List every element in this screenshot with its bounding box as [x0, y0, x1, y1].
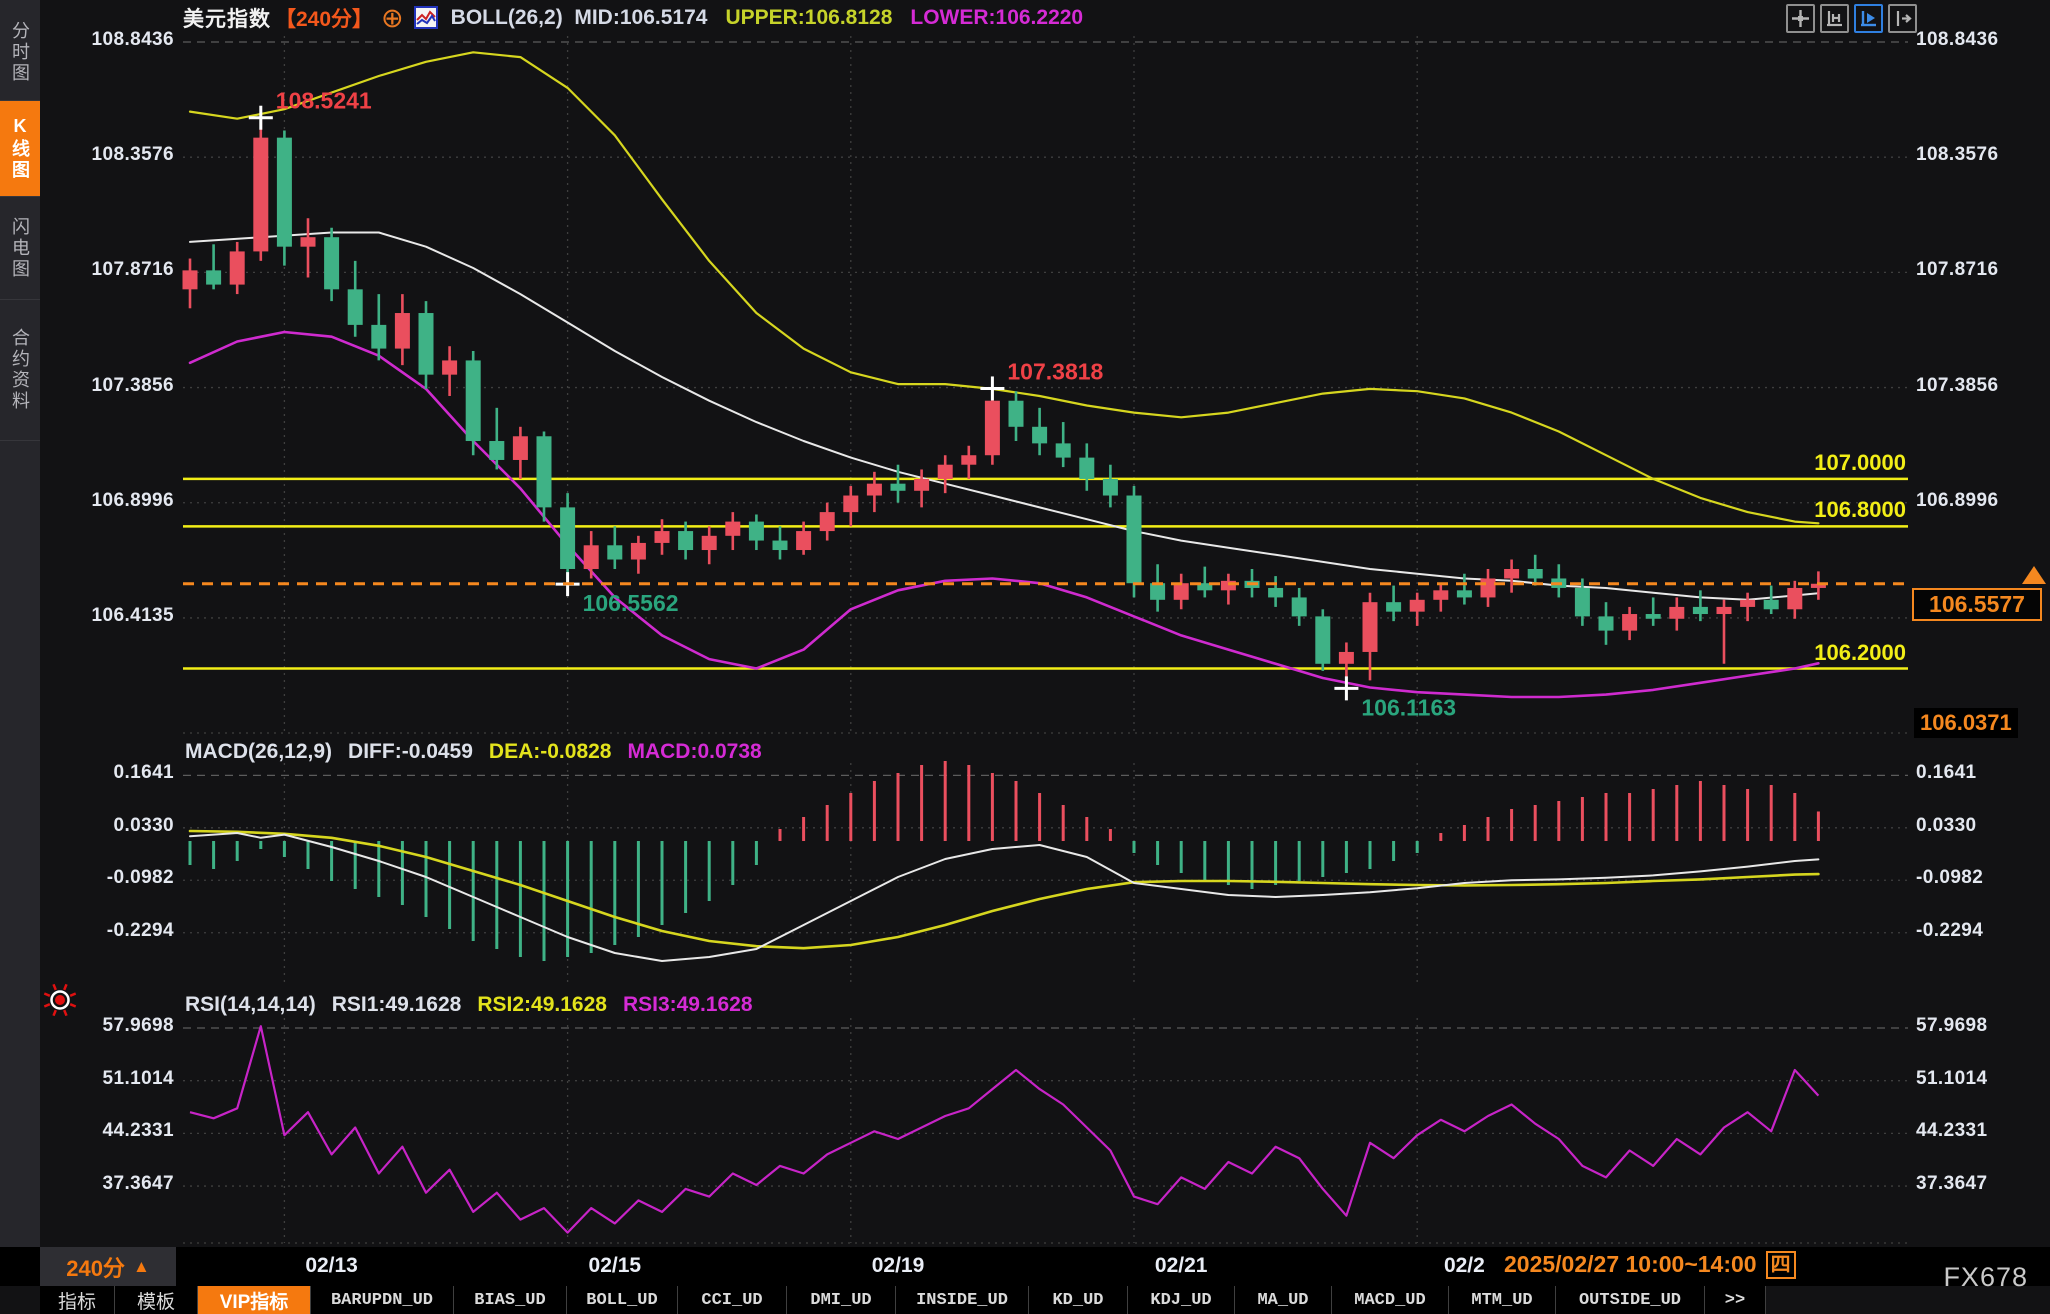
axis-scale-icon[interactable] — [1820, 4, 1849, 33]
rsi-axis-label-left: 51.1014 — [36, 1068, 174, 1090]
symbol-title: 美元指数 — [183, 3, 271, 33]
bottom-tab-15[interactable]: OUTSIDE_UD — [1556, 1286, 1705, 1314]
current-price-box: 106.5577 — [1912, 588, 2042, 621]
price-axis-label-right: 107.3856 — [1916, 375, 2050, 397]
bottom-tab-7[interactable]: CCI_UD — [678, 1286, 787, 1314]
chart-header: 美元指数 【240分】 ⊕ BOLL(26,2) MID:106.5174 UP… — [183, 0, 1083, 36]
price-axis-label-left: 106.4135 — [36, 605, 174, 627]
macd-axis-label-right: 0.1641 — [1916, 762, 2050, 784]
chart-type-sidebar: 分时图 K线图 闪电图 合约资料 — [0, 0, 40, 1247]
bottom-tab-6[interactable]: BOLL_UD — [567, 1286, 678, 1314]
price-annotation: 106.5562 — [583, 590, 679, 616]
bottom-tab-2[interactable]: 模板 — [115, 1286, 198, 1314]
price-axis-label-right: 108.3576 — [1916, 144, 2050, 166]
circle-plus-icon[interactable]: ⊕ — [381, 8, 404, 28]
price-annotation: 108.5241 — [276, 88, 372, 114]
price-axis-label-left: 107.3856 — [36, 375, 174, 397]
kline-app: 108.5241 107.3818 106.5562 106.1163 美元指数 【2… — [0, 0, 2050, 1314]
macd-axis-label-right: -0.0982 — [1916, 867, 2050, 889]
x-axis-date: 02/19 — [853, 1254, 943, 1278]
bottom-tab-1[interactable]: 指标 — [40, 1286, 115, 1314]
interval-selector[interactable]: 240分▲ — [40, 1247, 176, 1286]
axis-shift-icon[interactable] — [1888, 4, 1917, 33]
bottom-tab-10[interactable]: KD_UD — [1029, 1286, 1128, 1314]
rsi-axis-label-left: 57.9698 — [36, 1015, 174, 1037]
bottom-tab-16[interactable]: >> — [1705, 1286, 1766, 1314]
pan-crosshair-icon[interactable] — [1786, 4, 1815, 33]
chart-toolbar — [1786, 4, 1917, 33]
macd-axis-label-left: -0.0982 — [36, 867, 174, 889]
rsi1-label: RSI1:49.1628 — [332, 993, 462, 1017]
axis-play-icon[interactable] — [1854, 4, 1883, 33]
bottom-tab-5[interactable]: BIAS_UD — [454, 1286, 567, 1314]
price-level-label: 106.2000 — [1650, 640, 1906, 666]
rsi-axis-label-right: 51.1014 — [1916, 1068, 2050, 1090]
price-marker-arrow-icon — [2022, 566, 2046, 584]
rsi-header: RSI(14,14,14) RSI1:49.1628 RSI2:49.1628 … — [185, 993, 753, 1017]
session-low-label: 106.0371 — [1914, 708, 2018, 738]
price-level-label: 106.8000 — [1650, 497, 1906, 523]
boll-upper-label: UPPER:106.8128 — [725, 6, 892, 30]
price-axis-label-left: 106.8996 — [36, 490, 174, 512]
sidebar-item-contract-info[interactable]: 合约资料 — [0, 300, 40, 441]
rsi-axis-label-right: 37.3647 — [1916, 1173, 2050, 1195]
bottom-tab-4[interactable]: BARUPDN_UD — [311, 1286, 454, 1314]
price-annotation: 106.1163 — [1361, 694, 1456, 720]
macd-axis-label-right: -0.2294 — [1916, 920, 2050, 942]
rsi-axis-label-right: 44.2331 — [1916, 1120, 2050, 1142]
macd-diff-label: DIFF:-0.0459 — [348, 740, 473, 764]
x-axis-date: 02/15 — [570, 1254, 660, 1278]
macd-header: MACD(26,12,9) DIFF:-0.0459 DEA:-0.0828 M… — [185, 740, 762, 764]
macd-dea-label: DEA:-0.0828 — [489, 740, 612, 764]
triangle-up-icon: ▲ — [133, 1257, 150, 1277]
macd-axis-label-left: -0.2294 — [36, 920, 174, 942]
rsi-axis-label-left: 44.2331 — [36, 1120, 174, 1142]
session-range-label: 2025/02/27 10:00~14:00四 — [1496, 1249, 1804, 1280]
rsi3-label: RSI3:49.1628 — [623, 993, 753, 1017]
macd-axis-label-left: 0.1641 — [36, 762, 174, 784]
price-axis-label-left: 108.3576 — [36, 144, 174, 166]
rsi-axis-label-left: 37.3647 — [36, 1173, 174, 1195]
mini-chart-icon[interactable] — [414, 6, 439, 30]
boll-lower-label: LOWER:106.2220 — [910, 6, 1083, 30]
macd-axis-label-left: 0.0330 — [36, 815, 174, 837]
rsi-name: RSI(14,14,14) — [185, 993, 316, 1017]
sidebar-item-time-chart[interactable]: 分时图 — [0, 4, 40, 101]
sidebar-item-kline-chart[interactable]: K线图 — [0, 101, 40, 197]
rsi2-label: RSI2:49.1628 — [477, 993, 607, 1017]
bottom-tab-14[interactable]: MTM_UD — [1449, 1286, 1556, 1314]
x-axis-date: 02/13 — [287, 1254, 377, 1278]
macd-axis-label-right: 0.0330 — [1916, 815, 2050, 837]
bottom-tab-13[interactable]: MACD_UD — [1332, 1286, 1449, 1314]
price-axis-label-right: 106.8996 — [1916, 490, 2050, 512]
macd-name: MACD(26,12,9) — [185, 740, 332, 764]
interval-badge[interactable]: 【240分】 — [275, 3, 373, 33]
watermark: FX678 — [1898, 1262, 2028, 1293]
x-axis-date: 02/21 — [1136, 1254, 1226, 1278]
bottom-tab-8[interactable]: DMI_UD — [787, 1286, 896, 1314]
bottom-tab-9[interactable]: INSIDE_UD — [896, 1286, 1029, 1314]
x-axis-row: 240分▲ 2025/02/27 10:00~14:00四 02/13 02/15… — [0, 1247, 2050, 1286]
price-annotation: 107.3818 — [1007, 358, 1103, 384]
bottom-tab-12[interactable]: MA_UD — [1235, 1286, 1332, 1314]
macd-macd-label: MACD:0.0738 — [627, 740, 761, 764]
weekday-badge: 四 — [1766, 1251, 1796, 1279]
indicator-tabbar: 指标模板VIP指标BARUPDN_UDBIAS_UDBOLL_UDCCI_UDD… — [40, 1286, 1766, 1314]
boll-indicator-label: BOLL(26,2) MID:106.5174 — [451, 6, 708, 30]
price-axis-label-right: 107.8716 — [1916, 259, 2050, 281]
price-axis-label-right: 108.8436 — [1916, 29, 2050, 51]
bottom-tab-11[interactable]: KDJ_UD — [1128, 1286, 1235, 1314]
price-axis-label-left: 108.8436 — [36, 29, 174, 51]
rsi-axis-label-right: 57.9698 — [1916, 1015, 2050, 1037]
sidebar-item-flash-chart[interactable]: 闪电图 — [0, 197, 40, 300]
price-level-label: 107.0000 — [1650, 450, 1906, 476]
bottom-tab-3[interactable]: VIP指标 — [198, 1286, 311, 1314]
price-axis-label-left: 107.8716 — [36, 259, 174, 281]
